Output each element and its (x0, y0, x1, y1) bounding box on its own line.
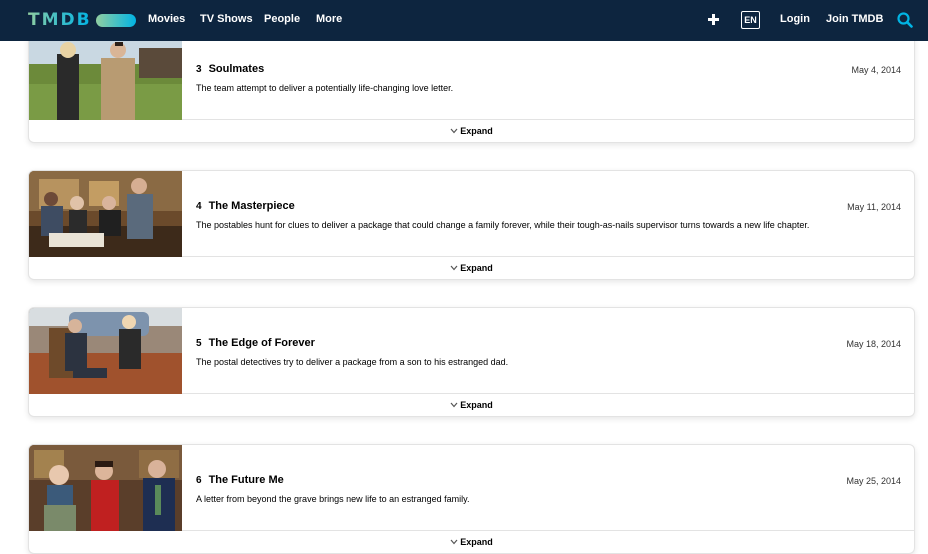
expand-label: Expand (460, 126, 493, 136)
episode-number: 4 (196, 201, 202, 212)
logo-text: TMDB (28, 10, 92, 30)
episode-title[interactable]: Soulmates (209, 63, 265, 75)
nav-tv-shows[interactable]: TV Shows (200, 13, 253, 25)
nav-more[interactable]: More (316, 13, 342, 25)
episode-main: 4 The Masterpiece May 11, 2014 The posta… (29, 171, 914, 257)
episode-still-image[interactable] (29, 34, 182, 120)
expand-button[interactable]: Expand (29, 531, 914, 553)
episode-still-image[interactable] (29, 171, 182, 257)
episode-main: 3 Soulmates May 4, 2014 The team attempt… (29, 34, 914, 120)
episode-title[interactable]: The Edge of Forever (209, 337, 315, 349)
episode-title[interactable]: The Masterpiece (209, 200, 295, 212)
login-link[interactable]: Login (780, 13, 810, 25)
logo-pill-shape (95, 13, 136, 27)
chevron-down-icon (450, 402, 458, 408)
add-plus-icon[interactable] (707, 13, 720, 26)
episode-number: 3 (196, 64, 202, 75)
episode-still-image[interactable] (29, 308, 182, 394)
expand-button[interactable]: Expand (29, 257, 914, 279)
episode-card: 5 The Edge of Forever May 18, 2014 The p… (28, 307, 915, 417)
episode-heading: 6 The Future Me (196, 474, 284, 486)
chevron-down-icon (450, 265, 458, 271)
episode-main: 5 The Edge of Forever May 18, 2014 The p… (29, 308, 914, 394)
episode-air-date: May 4, 2014 (851, 65, 901, 75)
expand-label: Expand (460, 263, 493, 273)
episode-main: 6 The Future Me May 25, 2014 A letter fr… (29, 445, 914, 531)
episode-card: 4 The Masterpiece May 11, 2014 The posta… (28, 170, 915, 280)
episode-heading: 3 Soulmates (196, 63, 264, 75)
episode-overview: The postal detectives try to deliver a p… (196, 357, 509, 367)
episode-still-image[interactable] (29, 445, 182, 531)
episode-title[interactable]: The Future Me (209, 474, 284, 486)
episode-number: 6 (196, 475, 202, 486)
episode-number: 5 (196, 338, 202, 349)
episode-heading: 5 The Edge of Forever (196, 337, 315, 349)
episode-overview: A letter from beyond the grave brings ne… (196, 494, 470, 504)
episode-card: 3 Soulmates May 4, 2014 The team attempt… (28, 33, 915, 143)
nav-movies[interactable]: Movies (148, 13, 185, 25)
expand-button[interactable]: Expand (29, 120, 914, 142)
join-link[interactable]: Join TMDB (826, 13, 883, 25)
episode-card: 6 The Future Me May 25, 2014 A letter fr… (28, 444, 915, 554)
episode-heading: 4 The Masterpiece (196, 200, 295, 212)
top-navbar: TMDB Movies TV Shows People More EN Logi… (0, 0, 928, 41)
episode-overview: The team attempt to deliver a potentiall… (196, 83, 454, 93)
episode-air-date: May 11, 2014 (847, 202, 901, 212)
expand-label: Expand (460, 400, 493, 410)
chevron-down-icon (450, 128, 458, 134)
tmdb-logo[interactable]: TMDB (28, 10, 136, 30)
episode-air-date: May 18, 2014 (846, 339, 901, 349)
search-icon[interactable] (897, 12, 913, 28)
expand-button[interactable]: Expand (29, 394, 914, 416)
episode-air-date: May 25, 2014 (846, 476, 901, 486)
nav-people[interactable]: People (264, 13, 300, 25)
episode-overview: The postables hunt for clues to deliver … (196, 220, 810, 230)
chevron-down-icon (450, 539, 458, 545)
language-selector[interactable]: EN (741, 11, 760, 29)
